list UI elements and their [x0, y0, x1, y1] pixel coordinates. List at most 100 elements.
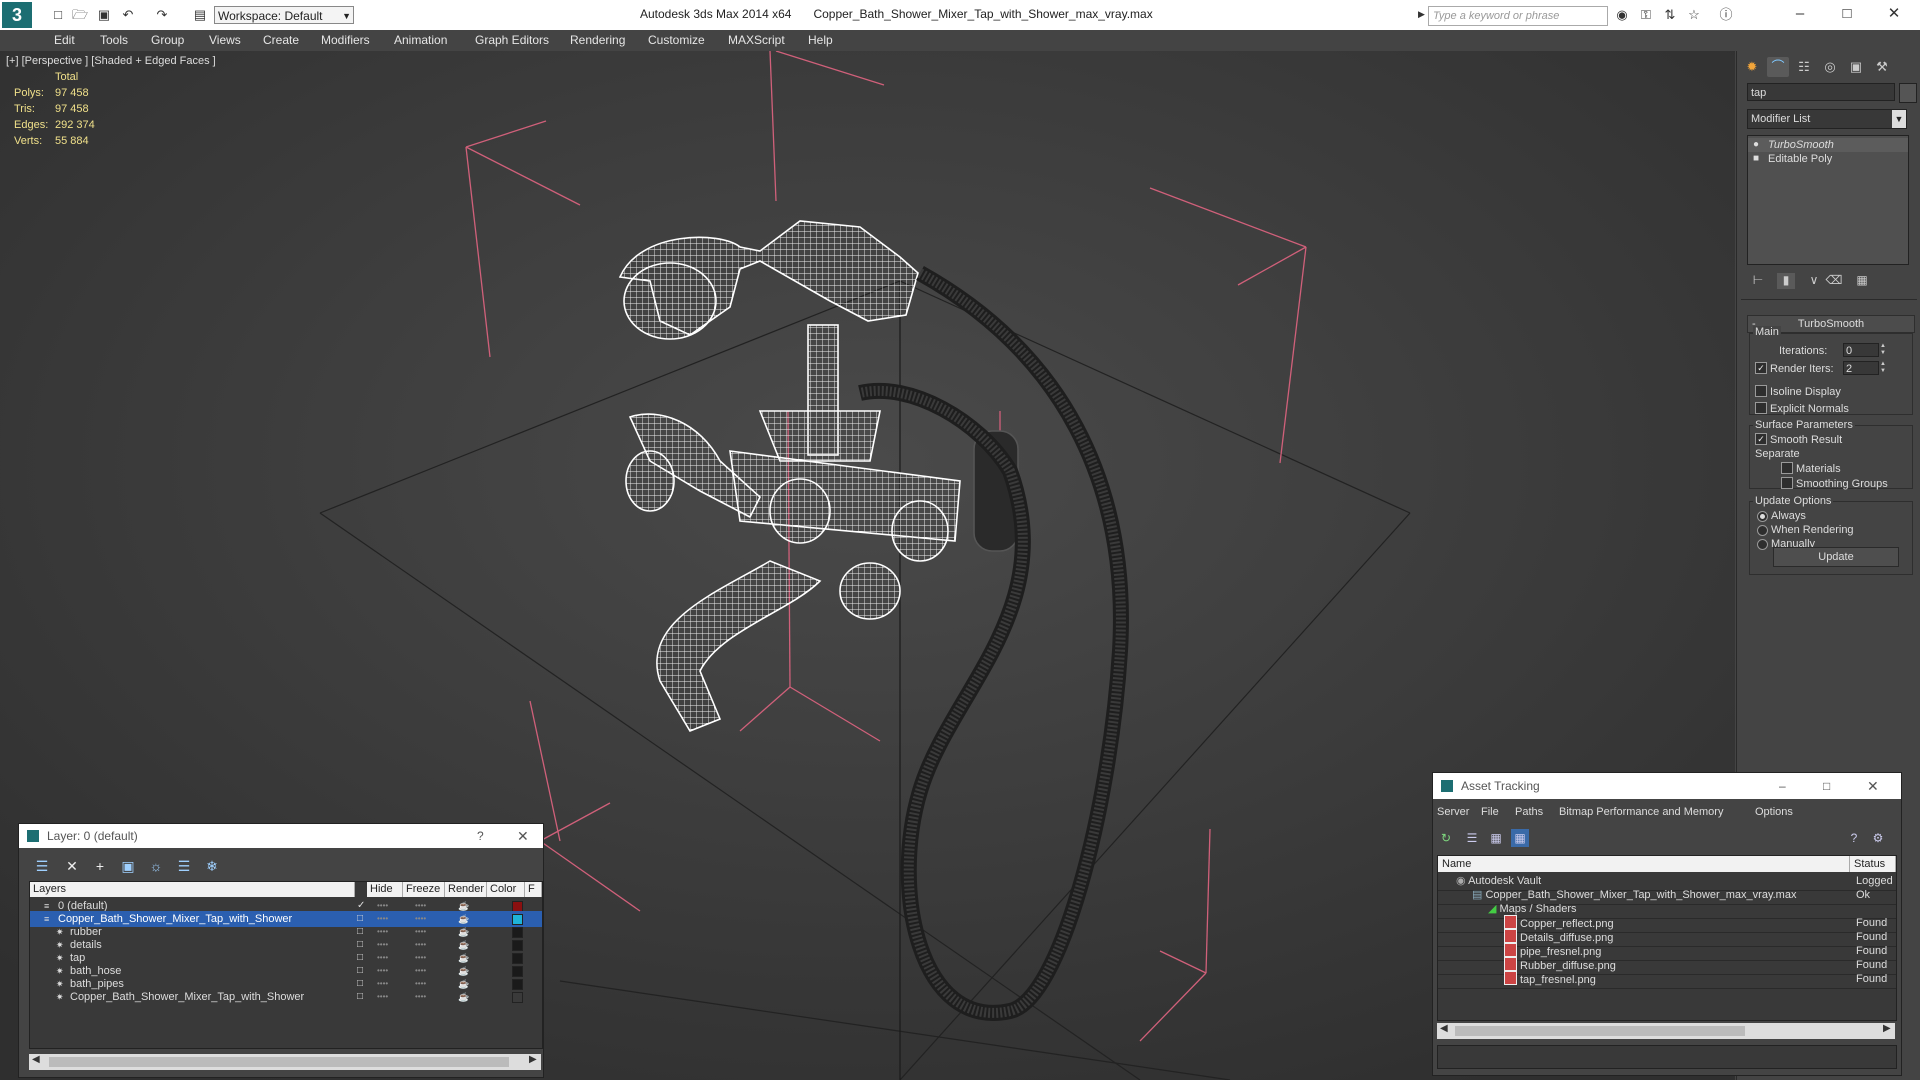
col-render[interactable]: Render	[445, 882, 487, 897]
expand-plus-icon[interactable]: ■	[1753, 152, 1759, 166]
binoculars-icon[interactable]: ◉	[1614, 7, 1630, 23]
modify-tab-icon[interactable]: ⌒	[1767, 57, 1789, 77]
update-button[interactable]: Update	[1773, 547, 1899, 567]
object-name-field[interactable]: tap	[1747, 83, 1895, 101]
remove-modifier-icon[interactable]: ⌫	[1825, 273, 1843, 289]
smooth-result-checkbox[interactable]: ✓	[1755, 433, 1767, 445]
stack-item-editable-poly[interactable]: ■ Editable Poly	[1748, 152, 1908, 166]
menu-animation[interactable]: Animation	[394, 33, 447, 47]
col-layers[interactable]: Layers	[30, 882, 355, 897]
scroll-right-icon[interactable]: ▶	[529, 1054, 537, 1065]
menu-group[interactable]: Group	[151, 33, 184, 47]
menu-views[interactable]: Views	[209, 33, 241, 47]
display-tab-icon[interactable]: ▣	[1845, 57, 1867, 77]
explicit-normals-checkbox[interactable]	[1755, 402, 1767, 414]
smoothing-groups-checkbox[interactable]	[1781, 477, 1793, 489]
pin-stack-icon[interactable]: ⊢	[1749, 273, 1767, 289]
help-icon[interactable]: ⓘ	[1718, 7, 1734, 23]
key-icon[interactable]: ⚿	[1638, 7, 1654, 23]
maximize-button[interactable]: □	[1827, 2, 1867, 26]
motion-tab-icon[interactable]: ◎	[1819, 57, 1841, 77]
open-file-icon[interactable]: 🗁	[72, 7, 88, 23]
object-color-swatch[interactable]	[1899, 83, 1917, 103]
delete-layer-icon[interactable]: ✕	[63, 857, 81, 875]
isoline-display-checkbox[interactable]	[1755, 385, 1767, 397]
freeze-all-icon[interactable]: ❄	[203, 857, 221, 875]
spinner-arrows-icon[interactable]: ▲ ▼	[1879, 343, 1887, 357]
layer-row[interactable]: ✷ Copper_Bath_Shower_Mixer_Tap_with_Showe…	[30, 989, 542, 1005]
col-f[interactable]: F	[525, 882, 542, 897]
menu-rendering[interactable]: Rendering	[570, 33, 625, 47]
app-logo-icon[interactable]: 3	[2, 2, 32, 28]
menu-help[interactable]: Help	[808, 33, 833, 47]
maximize-icon[interactable]: □	[1823, 773, 1830, 799]
add-to-layer-icon[interactable]: +	[91, 857, 109, 875]
favorite-star-icon[interactable]: ☆	[1686, 7, 1702, 23]
hierarchy-tab-icon[interactable]: ☷	[1793, 57, 1815, 77]
render-iters-spinner[interactable]: 2	[1843, 361, 1879, 375]
close-icon[interactable]: ✕	[1867, 773, 1879, 799]
minimize-icon[interactable]: –	[1779, 773, 1786, 799]
asset-row[interactable]: tap_fresnel.png Found	[1438, 971, 1896, 989]
always-radio[interactable]	[1757, 511, 1768, 522]
asset-menu-bitmap-performance[interactable]: Bitmap Performance and Memory	[1559, 806, 1723, 818]
col-name[interactable]: Name	[1438, 856, 1850, 872]
asset-menu-options[interactable]: Options	[1755, 806, 1793, 818]
layer-color-swatch[interactable]	[512, 992, 523, 1003]
asset-window-titlebar[interactable]: Asset Tracking – □ ✕	[1433, 773, 1901, 799]
freeze-toggle[interactable]: ••••	[415, 989, 426, 1005]
make-unique-icon[interactable]: ∨	[1805, 273, 1823, 289]
asset-menu-file[interactable]: File	[1481, 806, 1499, 818]
close-icon[interactable]: ✕	[517, 824, 529, 848]
stack-item-turbosmooth[interactable]: ● TurboSmooth	[1748, 138, 1908, 152]
menu-modifiers[interactable]: Modifiers	[321, 33, 370, 47]
render-teapot-icon[interactable]: ☕	[458, 989, 469, 1005]
select-objects-icon[interactable]: ▣	[119, 857, 137, 875]
scroll-left-icon[interactable]: ◀	[32, 1054, 40, 1065]
project-folder-icon[interactable]: ▤	[192, 7, 208, 23]
thumbnail-view-icon[interactable]: ▦	[1487, 829, 1505, 847]
menu-create[interactable]: Create	[263, 33, 299, 47]
settings-icon[interactable]: ⚙	[1869, 829, 1887, 847]
save-file-icon[interactable]: ▣	[96, 7, 112, 23]
create-tab-icon[interactable]: ✹	[1741, 57, 1763, 77]
horizontal-scrollbar[interactable]: ◀ ▶	[29, 1054, 541, 1070]
search-input[interactable]: Type a keyword or phrase	[1428, 6, 1608, 26]
scroll-thumb[interactable]	[1455, 1026, 1745, 1036]
iterations-spinner[interactable]: 0	[1843, 343, 1879, 357]
menu-edit[interactable]: Edit	[54, 33, 75, 47]
horizontal-scrollbar[interactable]: ◀ ▶	[1437, 1023, 1895, 1039]
exchange-icon[interactable]: ⇅	[1662, 7, 1678, 23]
col-freeze[interactable]: Freeze	[403, 882, 445, 897]
utilities-tab-icon[interactable]: ⚒	[1871, 57, 1893, 77]
scroll-thumb[interactable]	[49, 1057, 509, 1067]
menu-maxscript[interactable]: MAXScript	[728, 33, 785, 47]
search-expand-icon[interactable]: ▶	[1418, 9, 1425, 20]
when-rendering-radio[interactable]	[1757, 525, 1768, 536]
workspace-dropdown[interactable]: Workspace: Default ▼	[214, 6, 354, 24]
menu-tools[interactable]: Tools	[100, 33, 128, 47]
new-file-icon[interactable]: □	[50, 7, 66, 23]
show-end-result-icon[interactable]: ▮	[1777, 273, 1795, 289]
table-view-icon[interactable]: ▦	[1511, 829, 1529, 847]
close-button[interactable]: ✕	[1874, 2, 1914, 26]
help-button[interactable]: ?	[477, 824, 484, 848]
configure-sets-icon[interactable]: ▦	[1853, 273, 1871, 289]
refresh-icon[interactable]: ↻	[1437, 829, 1455, 847]
redo-icon[interactable]: ↷	[154, 7, 170, 23]
asset-menu-paths[interactable]: Paths	[1515, 806, 1543, 818]
menu-graph-editors[interactable]: Graph Editors	[475, 33, 549, 47]
list-view-icon[interactable]: ☰	[1463, 829, 1481, 847]
render-iters-checkbox[interactable]: ✓	[1755, 362, 1767, 374]
highlight-layer-icon[interactable]: ☼	[147, 857, 165, 875]
minimize-button[interactable]: –	[1780, 2, 1820, 26]
asset-menu-server[interactable]: Server	[1437, 806, 1469, 818]
col-status[interactable]: Status	[1850, 856, 1896, 872]
hide-all-icon[interactable]: ☰	[175, 857, 193, 875]
scroll-left-icon[interactable]: ◀	[1440, 1023, 1448, 1034]
col-hide[interactable]: Hide	[367, 882, 403, 897]
create-layer-icon[interactable]: ☰	[33, 857, 51, 875]
materials-checkbox[interactable]	[1781, 462, 1793, 474]
undo-icon[interactable]: ↶	[120, 7, 136, 23]
hide-toggle[interactable]: ••••	[377, 989, 388, 1005]
